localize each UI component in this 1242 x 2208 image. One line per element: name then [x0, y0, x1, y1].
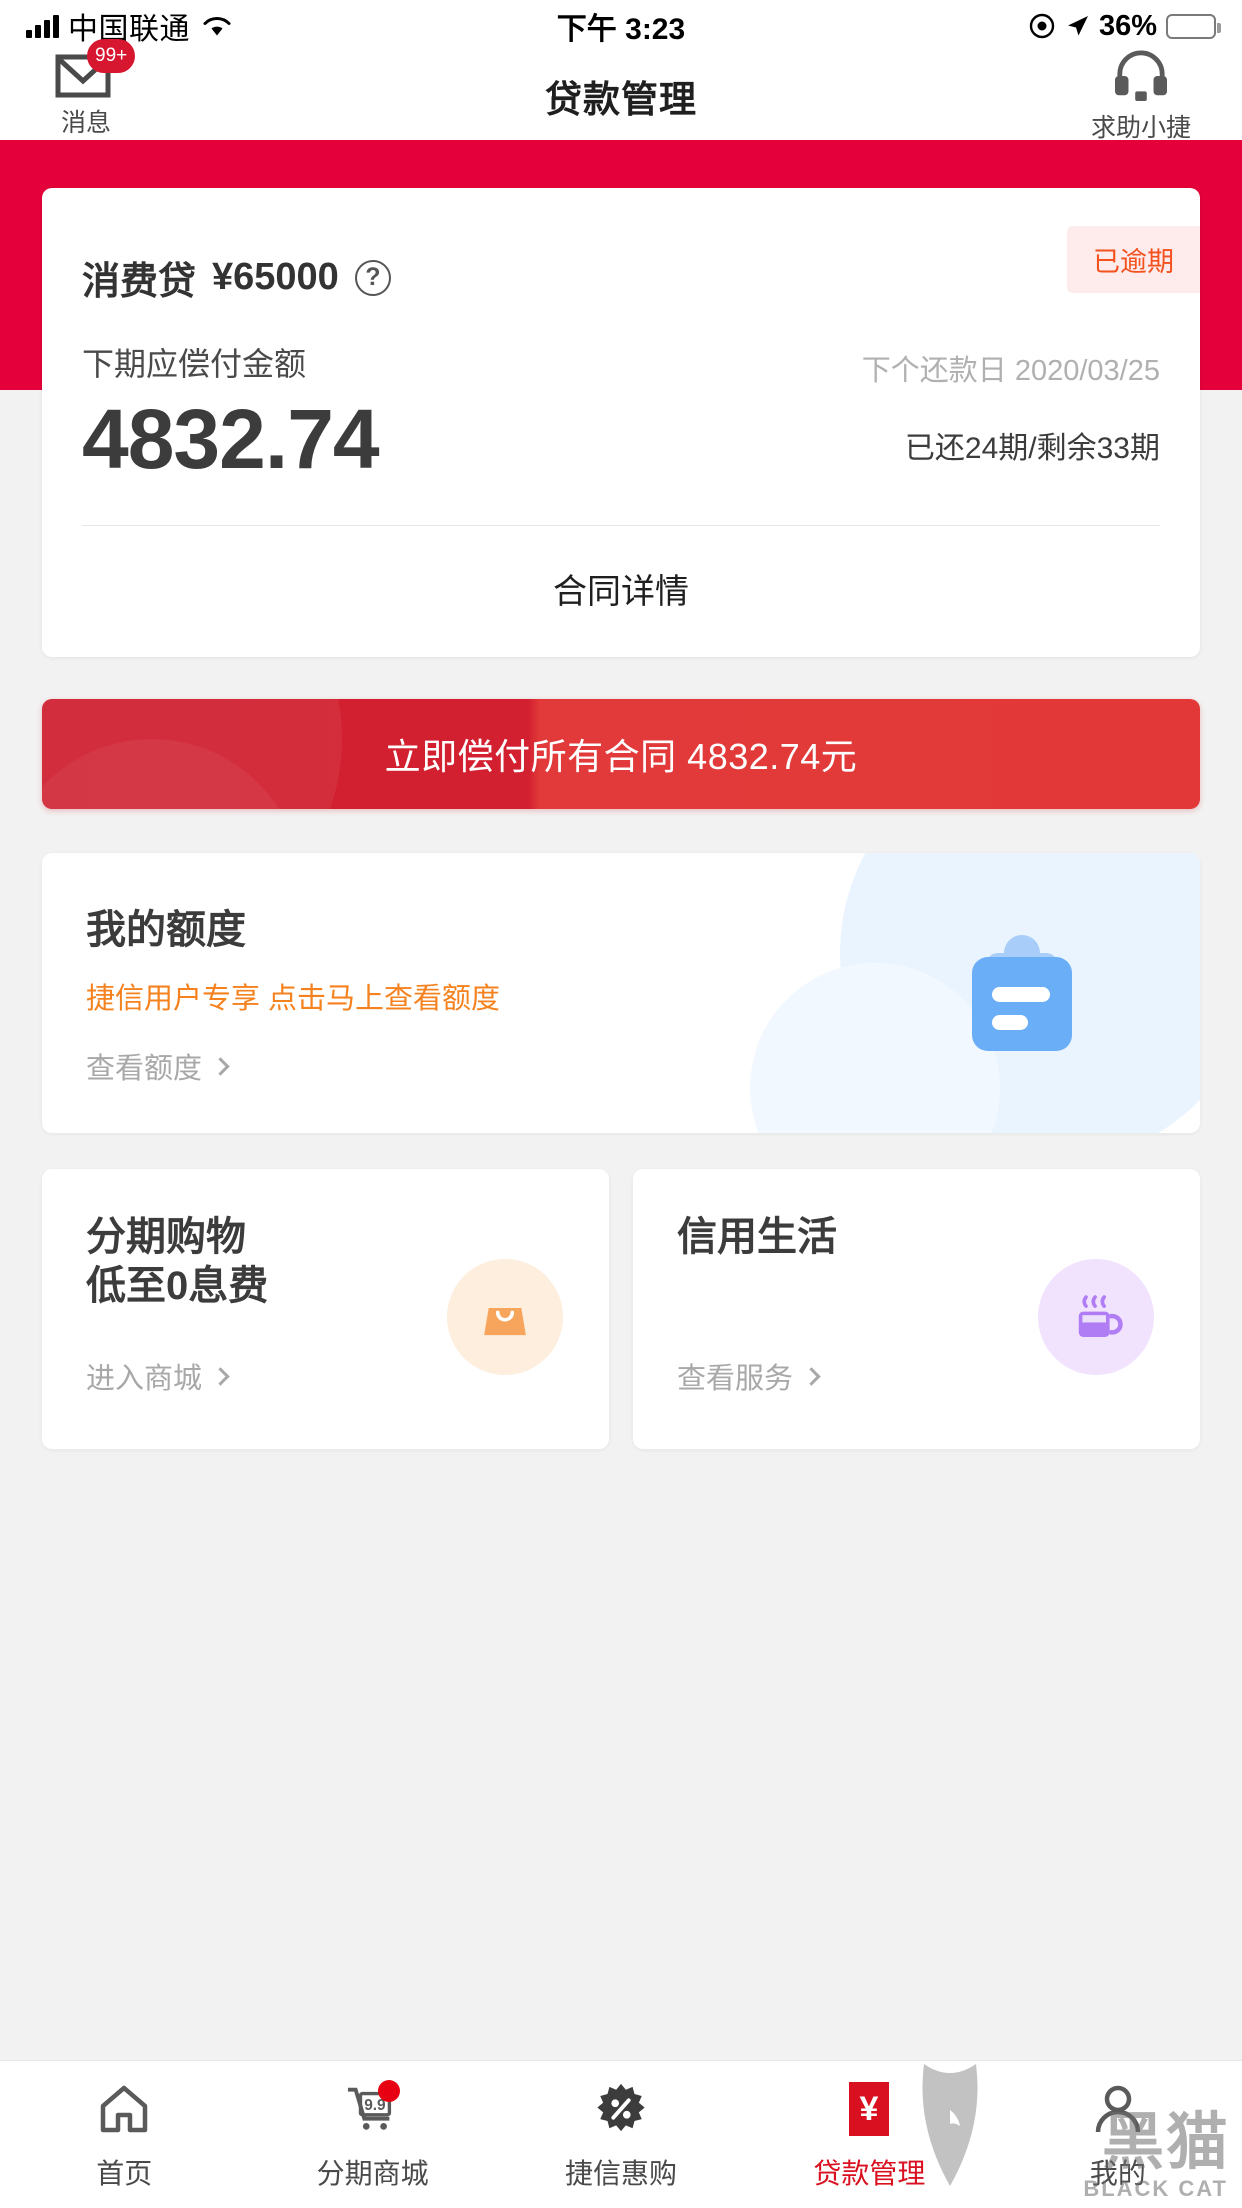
loan-card-header: 消费贷 ¥65000 ? 已逾期 [82, 188, 1200, 305]
tab-discount-shop[interactable]: 捷信惠购 [497, 2078, 745, 2192]
next-payment-date: 下个还款日 2020/03/25 [862, 347, 1160, 389]
coffee-cup-icon [1038, 1259, 1154, 1376]
credit-life-title-line1: 信用生活 [677, 1215, 837, 1260]
yen-tag-icon: ¥ [846, 2078, 892, 2140]
battery-icon [1166, 13, 1221, 39]
installment-shopping-card[interactable]: 分期购物 低至0息费 进入商城 [42, 1169, 609, 1450]
help-button[interactable]: 求助小捷 [1066, 49, 1216, 144]
status-badge: 已逾期 [1067, 226, 1200, 293]
chevron-right-icon [211, 1056, 230, 1076]
chevron-right-icon [802, 1366, 821, 1386]
bottom-tab-bar: 首页 9.9 分期商城 捷信惠购 ¥ 贷款管理 我的 黑猫 BLACK CAT [0, 2060, 1242, 2208]
home-icon [97, 2078, 151, 2140]
status-bar: 中国联通 下午 3:23 36% [0, 0, 1242, 52]
chevron-right-icon [211, 1366, 230, 1386]
battery-percent: 36% [1098, 9, 1157, 42]
tab-discount-shop-label: 捷信惠购 [565, 2157, 678, 2189]
repay-all-label: 立即偿付所有合同 4832.74元 [384, 736, 858, 778]
credit-life-card[interactable]: 信用生活 查看服务 [633, 1169, 1200, 1450]
loan-product-amount: ¥65000 [212, 256, 339, 298]
loan-amount-row: 下期应偿付金额 4832.74 下个还款日 2020/03/25 已还24期/剩… [82, 339, 1160, 483]
contract-details-link[interactable]: 合同详情 [82, 526, 1160, 657]
credit-life-card-link[interactable]: 查看服务 [677, 1355, 821, 1397]
question-mark-icon[interactable]: ? [354, 259, 391, 296]
quota-link-label: 查看额度 [86, 1053, 203, 1086]
discount-badge-icon [594, 2078, 648, 2140]
location-arrow-icon [1064, 13, 1090, 39]
help-label: 求助小捷 [1090, 113, 1191, 142]
tab-profile[interactable]: 我的 [994, 2078, 1242, 2192]
tab-loan-management[interactable]: ¥ 贷款管理 [745, 2078, 993, 2192]
credit-life-link-label: 查看服务 [677, 1363, 794, 1396]
credit-life-card-title: 信用生活 [677, 1213, 1200, 1262]
promo-card-row: 分期购物 低至0息费 进入商城 信用生活 查看服务 [42, 1169, 1200, 1450]
tab-installment-mall[interactable]: 9.9 分期商城 [248, 2078, 496, 2192]
my-credit-limit-card[interactable]: 我的额度 捷信用户专享 点击马上查看额度 查看额度 [42, 853, 1200, 1134]
tab-home-label: 首页 [96, 2157, 153, 2189]
headset-icon [1112, 49, 1170, 106]
loan-product-name: 消费贷 [82, 261, 197, 303]
next-payment-label: 下期应偿付金额 [82, 346, 307, 382]
installment-card-link[interactable]: 进入商城 [86, 1355, 230, 1397]
loan-terms: 已还24期/剩余33期 [904, 432, 1160, 466]
rotation-lock-icon [1029, 13, 1055, 39]
next-date-value: 2020/03/25 [1014, 355, 1160, 388]
main-content: 消费贷 ¥65000 ? 已逾期 下期应偿付金额 4832.74 下个还款日 2… [0, 188, 1242, 1450]
shopping-bag-icon [447, 1259, 563, 1376]
clipboard-icon [962, 931, 1082, 1055]
loan-summary-card[interactable]: 消费贷 ¥65000 ? 已逾期 下期应偿付金额 4832.74 下个还款日 2… [42, 188, 1200, 658]
loan-product-row: 消费贷 ¥65000 ? [82, 250, 1160, 305]
repay-all-button[interactable]: 立即偿付所有合同 4832.74元 [42, 699, 1200, 810]
tab-badge-dot [377, 2079, 400, 2102]
svg-text:¥: ¥ [860, 2090, 879, 2128]
status-bar-right: 36% [1029, 9, 1221, 43]
shopping-cart-icon: 9.9 [344, 2078, 402, 2140]
app-nav-bar: 99+ 消息 贷款管理 求助小捷 [0, 39, 1242, 142]
tab-installment-mall-label: 分期商城 [316, 2157, 429, 2189]
loan-amount-block: 下期应偿付金额 4832.74 [82, 339, 380, 486]
tab-home[interactable]: 首页 [0, 2078, 248, 2192]
loan-meta-block: 下个还款日 2020/03/25 已还24期/剩余33期 [862, 347, 1160, 483]
next-date-label: 下个还款日 [861, 355, 1007, 388]
tab-profile-label: 我的 [1089, 2157, 1146, 2189]
messages-badge: 99+ [87, 39, 136, 73]
next-payment-amount: 4832.74 [82, 392, 380, 486]
installment-link-label: 进入商城 [86, 1363, 203, 1396]
tab-loan-management-label: 贷款管理 [813, 2157, 926, 2189]
page-title: 贷款管理 [545, 79, 697, 120]
person-icon [1091, 2078, 1145, 2140]
installment-title-line1: 分期购物 [86, 1215, 246, 1260]
